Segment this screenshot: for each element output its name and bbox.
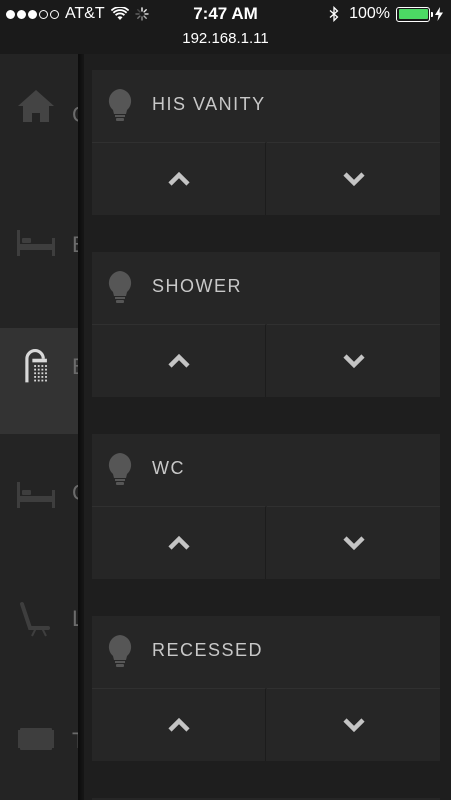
sidebar-item-theater[interactable]: T (0, 720, 80, 800)
tv-icon (18, 728, 54, 750)
light-card-header[interactable]: RECESSED (92, 616, 440, 688)
light-name: SHOWER (152, 276, 242, 296)
bed-icon (17, 482, 55, 508)
chevron-up-icon (167, 353, 190, 368)
light-card: RECESSED (92, 616, 440, 761)
lights-panel: HIS VANITY SHOWER WC RECESSED (84, 54, 451, 800)
chevron-down-icon (342, 354, 365, 369)
shower-icon (25, 349, 47, 383)
light-card: SHOWER (92, 252, 440, 397)
lower-button[interactable] (267, 142, 440, 215)
lower-button[interactable] (267, 688, 440, 761)
sidebar-item-bedroom[interactable]: B (0, 194, 80, 300)
light-name: RECESSED (152, 640, 264, 660)
status-right: 100% (329, 5, 443, 23)
url-display: 192.168.1.11 (0, 28, 451, 54)
light-card-header[interactable]: HIS VANITY (92, 70, 440, 142)
light-card-header[interactable]: WC (92, 434, 440, 506)
raise-button[interactable] (92, 142, 266, 215)
light-card-header[interactable]: SHOWER (92, 252, 440, 324)
raise-button[interactable] (92, 324, 266, 397)
chevron-up-icon (167, 171, 190, 186)
status-bar: AT&T 7:47 AM 100% (0, 0, 451, 28)
sidebar-item-bathroom[interactable]: B (0, 328, 80, 434)
battery-icon (396, 6, 433, 22)
chevron-up-icon (167, 535, 190, 550)
chevron-down-icon (342, 536, 365, 551)
light-card: HIS VANITY (92, 70, 440, 215)
charging-bolt-icon (435, 7, 443, 21)
home-icon (18, 90, 54, 122)
light-name: HIS VANITY (152, 94, 266, 114)
bluetooth-icon (329, 6, 339, 22)
chevron-down-icon (342, 172, 365, 187)
bed-icon (17, 230, 55, 256)
light-bulb-icon (108, 271, 132, 303)
sidebar-item-guest-bedroom[interactable]: C (0, 454, 80, 560)
chevron-up-icon (167, 717, 190, 732)
light-bulb-icon (108, 453, 132, 485)
chevron-down-icon (342, 718, 365, 733)
raise-button[interactable] (92, 688, 266, 761)
light-card: WC (92, 434, 440, 579)
raise-button[interactable] (92, 506, 266, 579)
sidebar-item-living[interactable]: L (0, 584, 80, 690)
lounge-chair-icon (20, 602, 50, 637)
light-name: WC (152, 458, 185, 478)
sidebar-item-home[interactable]: C (0, 54, 80, 160)
light-bulb-icon (108, 635, 132, 667)
lower-button[interactable] (267, 324, 440, 397)
room-sidebar: C B B C L T (0, 54, 80, 800)
lower-button[interactable] (267, 506, 440, 579)
battery-percent: 100% (349, 5, 390, 22)
light-bulb-icon (108, 89, 132, 121)
